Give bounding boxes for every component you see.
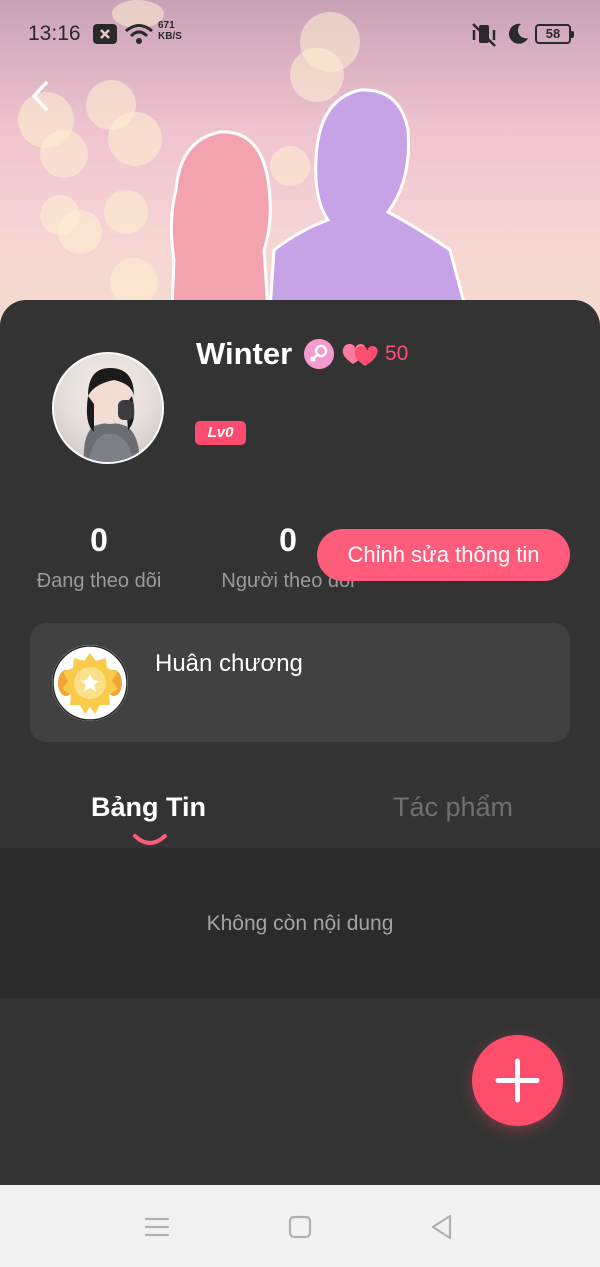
plus-icon — [495, 1058, 540, 1103]
level-badge: Lv0 — [195, 421, 246, 445]
username: Winter — [196, 336, 293, 371]
status-bar: 13:16 671 KB/S 58 — [0, 0, 600, 66]
empty-feed-text: Không còn nội dung — [206, 912, 394, 935]
tab-indicator — [133, 834, 167, 845]
following-label[interactable]: Đang theo dõi — [28, 570, 170, 593]
avatar-image — [83, 368, 140, 462]
following-count[interactable]: 0 — [70, 522, 128, 559]
followers-count[interactable]: 0 — [259, 522, 317, 559]
back-arrow-icon[interactable] — [24, 78, 60, 114]
tab-works[interactable]: Tác phẩm — [393, 792, 513, 823]
home-icon[interactable] — [286, 1213, 314, 1241]
medal-icon — [52, 645, 128, 721]
notification-icon — [93, 24, 117, 44]
hearts-count: 50 — [385, 342, 409, 365]
edit-profile-button[interactable]: Chỉnh sửa thông tin — [317, 529, 570, 581]
wifi-icon — [125, 24, 153, 44]
vibrate-icon — [472, 23, 496, 47]
tab-feed[interactable]: Bảng Tin — [91, 792, 206, 823]
medal-label: Huân chương — [155, 650, 303, 677]
gender-female-icon — [304, 339, 334, 369]
create-post-button[interactable] — [472, 1035, 563, 1126]
status-time: 13:16 — [28, 22, 81, 45]
back-triangle-icon[interactable] — [428, 1213, 456, 1241]
battery-indicator: 58 — [535, 24, 574, 44]
couple-silhouette — [169, 88, 468, 310]
net-speed: 671 KB/S — [158, 20, 182, 42]
avatar[interactable] — [52, 352, 164, 464]
menu-icon[interactable] — [143, 1213, 171, 1241]
hearts-icon — [342, 343, 378, 366]
moon-icon — [508, 23, 528, 44]
